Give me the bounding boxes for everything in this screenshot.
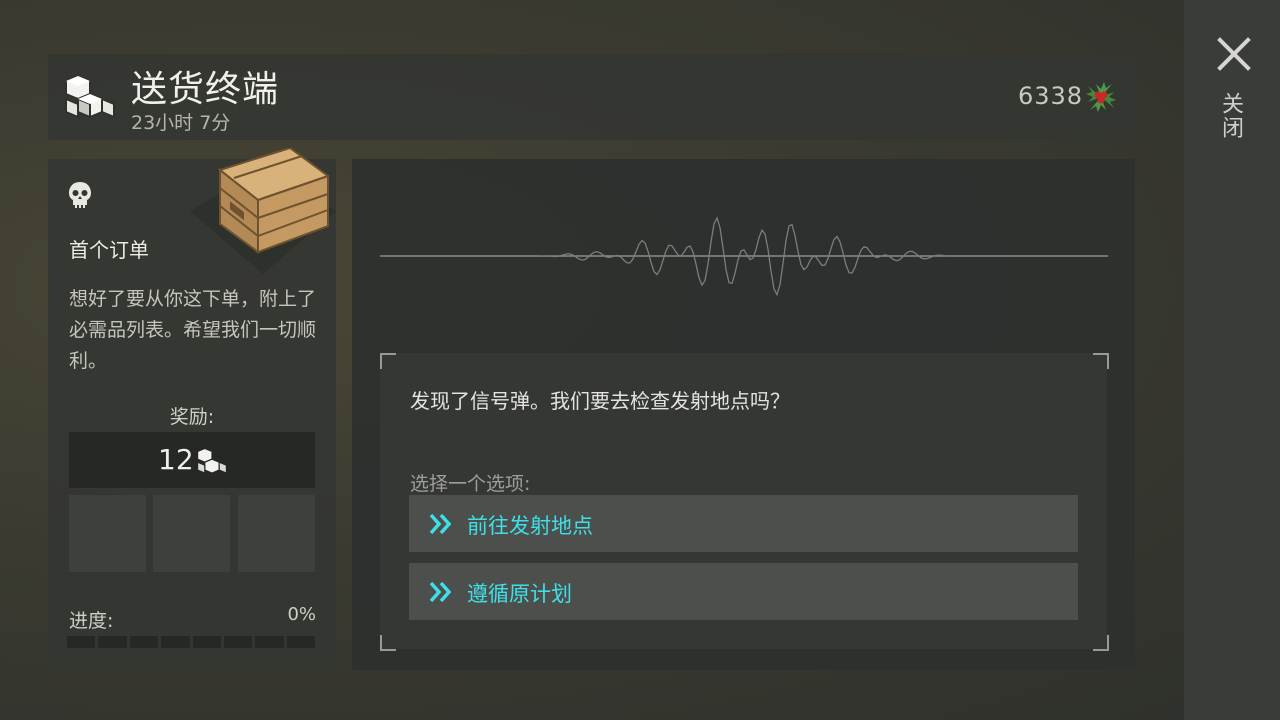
item-slot-1	[69, 495, 146, 572]
frame-corner	[1093, 353, 1109, 369]
progress-segment	[286, 636, 315, 648]
item-slot-2	[153, 495, 230, 572]
boxes-icon	[65, 74, 115, 119]
frame-corner	[380, 635, 396, 651]
crate-icon	[190, 148, 336, 274]
progress-segment	[255, 636, 284, 648]
page-title: 送货终端	[131, 69, 280, 110]
reward-value: 12	[158, 443, 194, 476]
order-description: 想好了要从你这下单，附上了必需品列表。希望我们一切顺利。	[69, 288, 317, 372]
order-title: 首个订单	[69, 238, 149, 262]
progress-percent: 0%	[287, 604, 316, 625]
progress-segment	[161, 636, 190, 648]
progress-label: 进度:	[69, 610, 114, 632]
progress-segment	[223, 636, 253, 648]
progress-segment	[192, 636, 221, 648]
progress-segment	[67, 636, 96, 648]
option-go-to-launch-site[interactable]: 前往发射地点	[409, 495, 1078, 552]
item-slot-3	[238, 495, 315, 572]
frame-corner	[1093, 635, 1109, 651]
boxes-icon-small	[197, 447, 227, 474]
event-question: 发现了信号弹。我们要去检查发射地点吗？	[410, 389, 790, 413]
double-chevron-right-icon	[429, 513, 452, 535]
timer-text: 23小时 7分	[131, 112, 231, 134]
close-label[interactable]: 关闭	[1218, 92, 1246, 140]
option-label: 遵循原计划	[467, 582, 572, 606]
reward-label: 奖励:	[169, 406, 215, 428]
skull-icon	[69, 182, 91, 208]
progress-segment	[98, 636, 127, 648]
currency-amount: 6338	[1018, 82, 1084, 110]
option-follow-original-plan[interactable]: 遵循原计划	[409, 563, 1078, 620]
radio-signal-waveform	[380, 216, 1108, 297]
holly-icon	[1086, 82, 1116, 112]
choose-label: 选择一个选项:	[410, 473, 531, 495]
double-chevron-right-icon	[429, 581, 452, 603]
close-icon[interactable]	[1216, 36, 1252, 72]
option-label: 前往发射地点	[467, 514, 593, 538]
frame-corner	[380, 353, 396, 369]
progress-bar	[67, 636, 315, 648]
progress-segment	[129, 636, 159, 648]
